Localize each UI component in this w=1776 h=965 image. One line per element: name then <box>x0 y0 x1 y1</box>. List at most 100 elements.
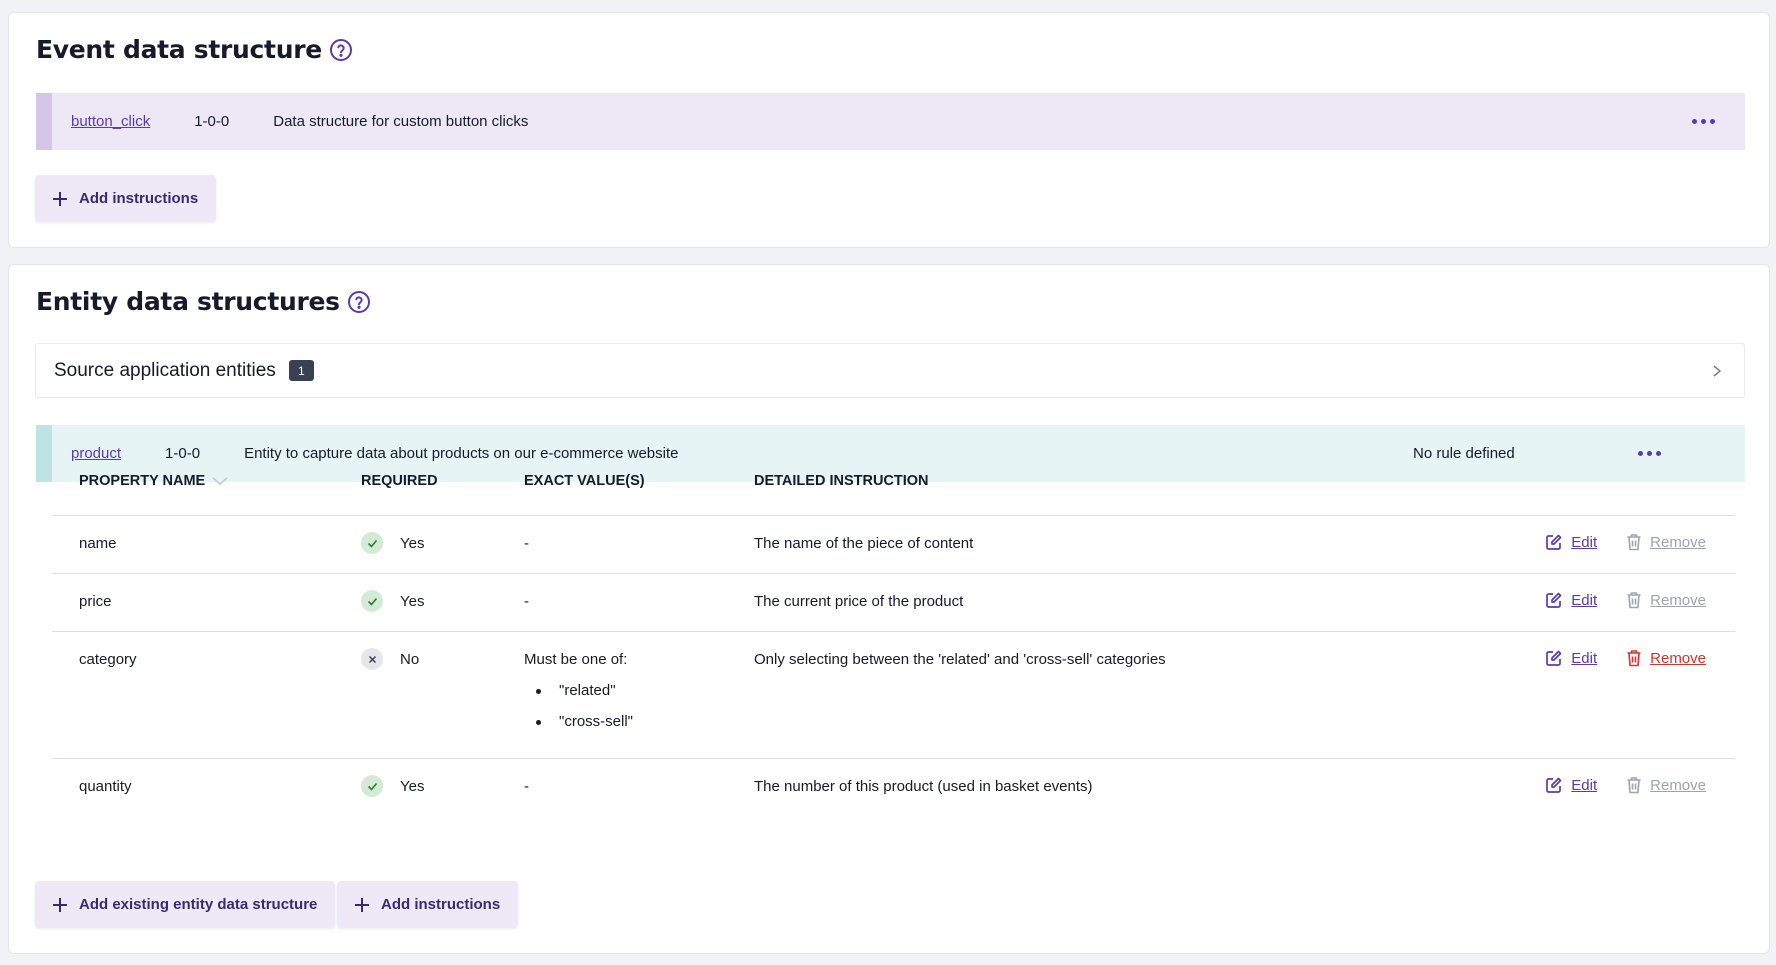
column-header-required: REQUIRED <box>361 473 438 489</box>
event-add-instructions-label: Add instructions <box>79 190 199 207</box>
event-add-instructions-button[interactable]: Add instructions <box>35 175 217 222</box>
row-actions: Edit Remove <box>1545 776 1706 794</box>
entity-add-instructions-label: Add instructions <box>381 896 501 913</box>
entity-section-title-text: Entity data structures <box>36 287 340 316</box>
table-body: name Yes - The name of the piece of content… <box>52 516 1735 817</box>
column-header-property-name[interactable]: PROPERTY NAME <box>79 473 229 489</box>
remove-label: Remove <box>1650 649 1706 667</box>
column-header-exact-values: EXACT VALUE(S) <box>524 473 645 489</box>
table-header: PROPERTY NAME REQUIRED EXACT VALUE(S) DE… <box>52 447 1735 516</box>
property-name-cell: quantity <box>79 778 132 795</box>
instruction-cell: The name of the piece of content <box>754 535 974 552</box>
required-text: No <box>400 650 420 668</box>
source-application-entities-accordion[interactable]: Source application entities 1 <box>35 343 1745 398</box>
required-cell: No <box>361 648 419 670</box>
row-actions: Edit Remove <box>1545 649 1706 667</box>
plus-icon <box>355 897 369 912</box>
column-header-label: EXACT VALUE(S) <box>524 473 645 489</box>
required-text: Yes <box>400 777 425 795</box>
entity-data-structures-card: Entity data structures Source applicatio… <box>8 264 1770 954</box>
source-entities-label: Source application entities <box>54 359 276 381</box>
plus-icon <box>53 897 67 912</box>
table-row: name Yes - The name of the piece of content… <box>52 516 1735 574</box>
remove-button[interactable]: Remove <box>1626 649 1706 667</box>
exact-values-list: "related" "cross-sell" <box>524 680 633 742</box>
question-circle-icon[interactable] <box>347 290 371 314</box>
trash-icon <box>1626 591 1650 609</box>
add-existing-entity-label: Add existing entity data structure <box>79 896 318 913</box>
entity-section-title: Entity data structures <box>36 287 371 316</box>
exact-values-text: - <box>524 535 529 552</box>
instruction-cell: The number of this product (used in bask… <box>754 778 1093 795</box>
edit-label: Edit <box>1571 591 1598 609</box>
event-structure-menu-button[interactable] <box>1686 113 1721 130</box>
property-name-cell: price <box>79 593 112 610</box>
edit-icon <box>1545 533 1571 551</box>
edit-icon <box>1545 776 1571 794</box>
column-header-label: DETAILED INSTRUCTION <box>754 473 929 489</box>
event-structure-row: button_click 1-0-0 Data structure for cu… <box>36 93 1745 150</box>
exact-values-cell: - <box>524 535 529 552</box>
property-name-cell: name <box>79 535 117 552</box>
exact-values-text: - <box>524 778 529 795</box>
table-row: quantity Yes - The number of this product (… <box>52 759 1735 817</box>
more-horizontal-icon <box>1710 119 1715 124</box>
edit-label: Edit <box>1571 533 1598 551</box>
required-cell: Yes <box>361 775 424 797</box>
x-icon <box>361 648 383 670</box>
add-existing-entity-button[interactable]: Add existing entity data structure <box>35 881 336 928</box>
entity-add-instructions-button[interactable]: Add instructions <box>337 881 519 928</box>
edit-icon <box>1545 649 1571 667</box>
more-horizontal-icon <box>1692 119 1697 124</box>
edit-label: Edit <box>1571 649 1598 667</box>
edit-icon <box>1545 591 1571 609</box>
event-structure-link[interactable]: button_click <box>71 113 150 130</box>
table-row: price Yes - The current price of the produc… <box>52 574 1735 632</box>
row-actions: Edit Remove <box>1545 533 1706 551</box>
source-entities-count-badge: 1 <box>288 360 314 381</box>
exact-values-cell: Must be one of: "related" "cross-sell" <box>524 651 633 742</box>
exact-values-cell: - <box>524 593 529 610</box>
column-header-detailed-instruction: DETAILED INSTRUCTION <box>754 473 929 489</box>
properties-table: PROPERTY NAME REQUIRED EXACT VALUE(S) DE… <box>52 447 1735 817</box>
trash-icon <box>1626 776 1650 794</box>
check-icon <box>361 775 383 797</box>
required-cell: Yes <box>361 532 424 554</box>
column-header-label: PROPERTY NAME <box>79 473 206 489</box>
remove-label: Remove <box>1650 533 1706 551</box>
exact-value-option: "related" <box>524 680 633 711</box>
more-horizontal-icon <box>1701 119 1706 124</box>
question-circle-icon[interactable] <box>329 38 353 62</box>
exact-values-cell: - <box>524 778 529 795</box>
required-text: Yes <box>400 534 425 552</box>
exact-values-text: Must be one of: <box>524 651 628 668</box>
required-text: Yes <box>400 592 425 610</box>
exact-values-text: - <box>524 593 529 610</box>
remove-button[interactable]: Remove <box>1626 533 1706 551</box>
remove-button[interactable]: Remove <box>1626 776 1706 794</box>
remove-button[interactable]: Remove <box>1626 591 1706 609</box>
trash-icon <box>1626 649 1650 667</box>
instruction-cell: Only selecting between the 'related' and… <box>754 651 1166 668</box>
instruction-cell: The current price of the product <box>754 593 964 610</box>
check-icon <box>361 532 383 554</box>
property-name-cell: category <box>79 651 137 668</box>
remove-label: Remove <box>1650 591 1706 609</box>
chevron-down-icon <box>212 477 228 485</box>
chevron-right-icon <box>1713 365 1722 377</box>
event-section-title-text: Event data structure <box>36 35 322 64</box>
check-icon <box>361 590 383 612</box>
remove-label: Remove <box>1650 776 1706 794</box>
exact-value-option: "cross-sell" <box>524 711 633 742</box>
row-stripe <box>36 425 52 482</box>
event-structure-description: Data structure for custom button clicks <box>273 113 529 130</box>
edit-button[interactable]: Edit <box>1545 776 1597 794</box>
edit-button[interactable]: Edit <box>1545 591 1597 609</box>
table-row: category No Must be one of: "related" "cross… <box>52 632 1735 759</box>
event-structure-version: 1-0-0 <box>194 113 230 130</box>
row-actions: Edit Remove <box>1545 591 1706 609</box>
column-header-label: REQUIRED <box>361 473 438 489</box>
edit-button[interactable]: Edit <box>1545 649 1597 667</box>
edit-label: Edit <box>1571 776 1598 794</box>
edit-button[interactable]: Edit <box>1545 533 1597 551</box>
